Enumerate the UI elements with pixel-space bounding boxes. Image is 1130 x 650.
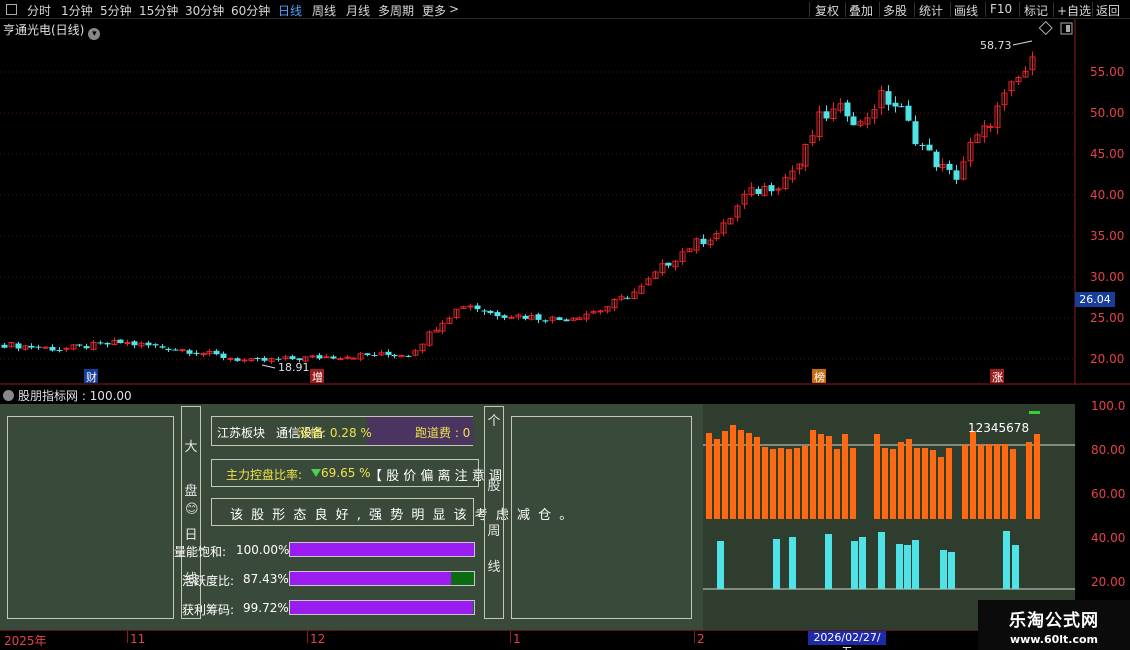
event-marker-zeng: 增 <box>312 370 323 384</box>
chevron-right-icon[interactable]: > <box>449 2 459 16</box>
y-tick: 20.00 <box>1090 352 1125 366</box>
period-tab-15min[interactable]: 15分钟 <box>139 2 178 19</box>
profit-chips-label: 获利筹码: <box>182 603 235 617</box>
time-label: 12 <box>310 632 326 646</box>
indicator-y-tick: 20.00 <box>1091 575 1126 589</box>
indicator-histogram: 12345678 <box>703 411 1075 590</box>
stock-label-char: 股 <box>487 479 501 494</box>
period-tab-daily[interactable]: 日线 <box>278 2 302 19</box>
event-marker-bang: 榜 <box>814 370 825 384</box>
candlestick-chart[interactable]: 58.73 18.91 财 增 榜 涨 <box>0 19 1130 385</box>
stock-info-box <box>511 416 692 619</box>
period-tab-multi[interactable]: 多周期 <box>378 2 414 19</box>
stock-weekly-column <box>484 406 504 619</box>
period-tab-more[interactable]: 更多 <box>422 2 446 19</box>
low-price-label: 18.91 <box>278 361 310 374</box>
last-price-tag: 26.04 <box>1075 292 1115 307</box>
period-tab-60min[interactable]: 60分钟 <box>231 2 270 19</box>
stock-label-char: 周 <box>487 524 501 539</box>
runway-fee: 跑道费 : 0 <box>415 426 471 440</box>
period-tab-fenshi[interactable]: 分时 <box>27 2 51 19</box>
period-tab-5min[interactable]: 5分钟 <box>100 2 132 19</box>
watermark-title: 乐淘公式网 <box>1009 611 1099 631</box>
y-tick: 55.00 <box>1090 65 1125 79</box>
high-price-label: 58.73 <box>980 39 1012 52</box>
mark-button[interactable]: 标记 <box>1024 2 1048 19</box>
period-tab-30min[interactable]: 30分钟 <box>185 2 224 19</box>
multi-stock-button[interactable]: 多股 <box>883 2 907 19</box>
control-ratio-label: 主力控盘比率: <box>226 468 303 482</box>
volume-saturation-label: 量能饱和: <box>174 545 227 559</box>
indicator-y-tick: 80.00 <box>1091 443 1126 457</box>
indicator-y-tick: 60.00 <box>1091 487 1126 501</box>
add-watchlist-button[interactable]: +自选 <box>1057 2 1091 19</box>
volume-saturation-bar <box>289 542 475 557</box>
event-marker-cai: 财 <box>86 370 97 384</box>
volume-saturation-value: 100.00% <box>236 543 290 557</box>
profit-chips-value: 99.72% <box>243 601 289 615</box>
market-info-box <box>7 416 174 619</box>
cursor-date: 2026/02/27/五 <box>808 631 886 650</box>
time-label: 2025年 <box>4 634 47 648</box>
face-icon: 😊 <box>185 502 199 517</box>
sector-name: 江苏板块 <box>217 426 266 440</box>
overlay-button[interactable]: 叠加 <box>849 2 873 19</box>
indicator-title: 股朋指标网 : 100.00 <box>3 387 132 404</box>
restore-rights-button[interactable]: 复权 <box>815 2 839 19</box>
deviation-note: 【 股 价 偏 离 注 意 调 <box>369 469 502 484</box>
y-tick: 35.00 <box>1090 229 1125 243</box>
y-tick: 45.00 <box>1090 147 1125 161</box>
activity-ratio-label: 活跃度比: <box>182 574 235 588</box>
stock-title: 亨通光电(日线) ▾ <box>3 21 101 40</box>
back-button[interactable]: 返回 <box>1096 2 1120 19</box>
statistics-button[interactable]: 统计 <box>919 2 943 19</box>
control-ratio-value: 69.65 % <box>321 466 371 480</box>
indicator-y-tick: 100.0 <box>1091 399 1126 413</box>
y-tick: 40.00 <box>1090 188 1125 202</box>
stock-label-char: 个 <box>487 414 501 429</box>
time-label: 11 <box>130 632 146 646</box>
period-tab-1min[interactable]: 1分钟 <box>61 2 93 19</box>
indicator-y-tick: 40.00 <box>1091 531 1126 545</box>
activity-ratio-bar <box>289 571 475 586</box>
market-label-char: 盘 <box>184 484 198 499</box>
y-tick: 30.00 <box>1090 270 1125 284</box>
period-tab-monthly[interactable]: 月线 <box>346 2 370 19</box>
event-marker-zhang: 涨 <box>992 371 1003 384</box>
digits-label: 12345678 <box>968 421 1029 435</box>
indicator-menu-icon[interactable] <box>3 390 14 401</box>
dropdown-icon[interactable]: ▾ <box>88 28 101 40</box>
time-label: 2 <box>697 632 705 646</box>
checkbox-icon[interactable] <box>6 4 17 15</box>
draw-line-button[interactable]: 画线 <box>954 2 978 19</box>
profit-chips-bar <box>289 600 475 615</box>
change-percent: 涨幅: 0.28 % <box>298 426 372 440</box>
market-label-char: 大 <box>184 440 198 455</box>
f10-button[interactable]: F10 <box>990 2 1012 16</box>
watermark-url: www.60lt.com <box>1009 633 1099 646</box>
stock-label-char: 线 <box>487 560 501 575</box>
watermark: 乐淘公式网 www.60lt.com <box>978 600 1130 650</box>
time-label: 1 <box>513 632 521 646</box>
down-triangle-icon <box>311 469 321 477</box>
time-axis: 2025年 11 12 1 2 <box>0 630 1130 650</box>
y-tick: 50.00 <box>1090 106 1125 120</box>
activity-ratio-value: 87.43% <box>243 572 289 586</box>
y-tick: 25.00 <box>1090 311 1125 325</box>
period-tab-weekly[interactable]: 周线 <box>312 2 336 19</box>
period-toolbar: 分时 1分钟 5分钟 15分钟 30分钟 60分钟 日线 周线 月线 多周期 更… <box>0 0 1130 19</box>
